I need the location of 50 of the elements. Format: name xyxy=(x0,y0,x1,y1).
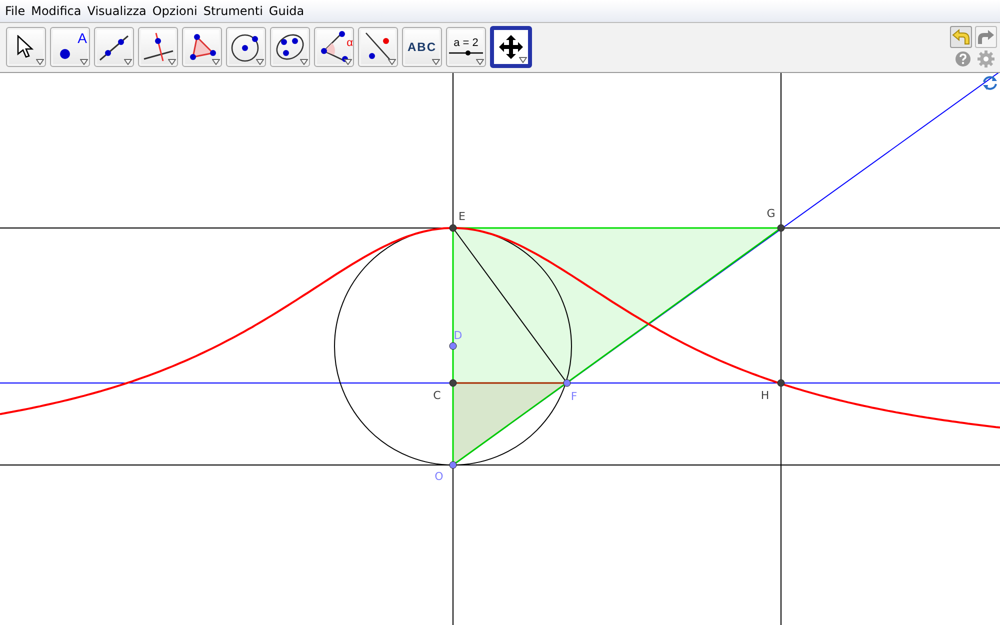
triangle-icon xyxy=(187,32,217,62)
point[interactable] xyxy=(449,224,457,232)
tool-button[interactable] xyxy=(182,27,222,67)
menu-item[interactable]: Opzioni xyxy=(149,4,200,18)
dropdown-triangle-icon xyxy=(432,59,440,65)
help-icon[interactable] xyxy=(955,51,971,67)
arrow-cursor-icon xyxy=(16,35,36,59)
redo-button[interactable] xyxy=(975,26,997,48)
undo-button[interactable] xyxy=(950,26,972,48)
point-label: F xyxy=(570,390,578,403)
tool-button[interactable] xyxy=(138,27,178,67)
dropdown-triangle-icon xyxy=(256,59,264,65)
tool-button[interactable] xyxy=(226,27,266,67)
tool-button[interactable]: ABC xyxy=(402,27,442,67)
point[interactable] xyxy=(449,379,457,387)
tool-button[interactable] xyxy=(270,27,310,67)
dropdown-triangle-icon xyxy=(124,59,132,65)
dropdown-triangle-icon xyxy=(519,57,527,63)
dropdown-triangle-icon xyxy=(168,59,176,65)
menu-item[interactable]: Strumenti xyxy=(200,4,266,18)
point-label: C xyxy=(433,389,441,402)
tool-button[interactable] xyxy=(358,27,398,67)
point-label: H xyxy=(760,389,770,402)
dropdown-triangle-icon xyxy=(212,59,220,65)
point[interactable] xyxy=(777,224,785,232)
tool-button[interactable] xyxy=(94,27,134,67)
menu-item[interactable]: File xyxy=(2,4,28,18)
menu-item[interactable]: Guida xyxy=(266,4,308,18)
dropdown-triangle-icon xyxy=(36,59,44,65)
dropdown-triangle-icon xyxy=(344,59,352,65)
point[interactable] xyxy=(449,461,457,469)
tool-button[interactable] xyxy=(490,26,532,68)
point[interactable] xyxy=(449,342,457,350)
dropdown-triangle-icon xyxy=(476,59,484,65)
point-label: O xyxy=(434,470,444,483)
dropdown-triangle-icon xyxy=(388,59,396,65)
point[interactable] xyxy=(777,379,785,387)
point-label: E xyxy=(458,210,466,223)
dropdown-triangle-icon xyxy=(300,59,308,65)
dropdown-triangle-icon xyxy=(80,59,88,65)
point[interactable] xyxy=(563,379,571,387)
tool-button[interactable] xyxy=(6,27,46,67)
tool-button[interactable]: a = 2 xyxy=(446,27,486,67)
menu-item[interactable]: Visualizza xyxy=(84,4,150,18)
move-arrows-icon xyxy=(498,34,524,60)
point-label: G xyxy=(766,207,776,220)
menu-item[interactable]: Modifica xyxy=(28,4,84,18)
perpendicular-line-icon xyxy=(142,32,174,62)
refresh-icon[interactable] xyxy=(982,75,998,91)
point-label: D xyxy=(454,329,462,342)
